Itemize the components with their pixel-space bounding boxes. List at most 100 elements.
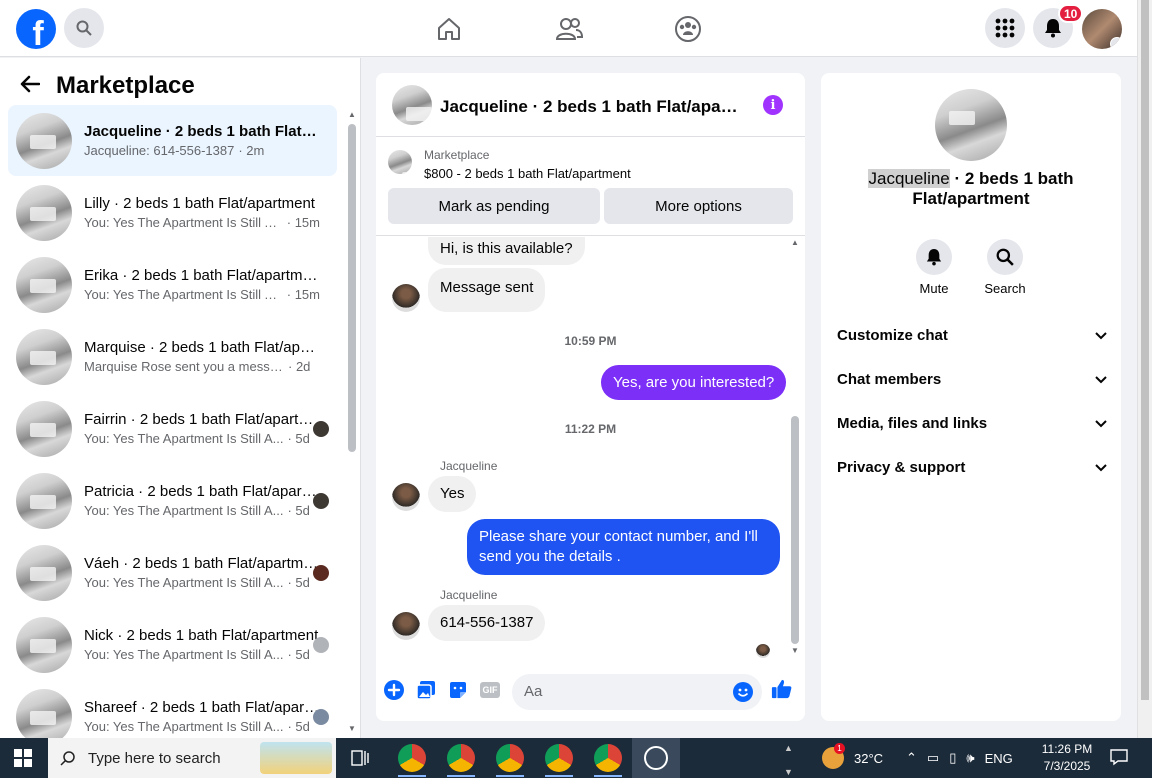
scroll-up-arrow-icon[interactable]: ▲ <box>791 238 799 247</box>
back-arrow-icon[interactable] <box>20 73 48 99</box>
bell-icon <box>1045 19 1061 38</box>
scroll-up-arrow-icon[interactable]: ▲ <box>348 110 356 119</box>
conversation-preview: You: Yes The Apartment Is Still A... <box>84 502 284 518</box>
incoming-message: Hi, is this available? <box>428 237 585 265</box>
search-button[interactable] <box>64 8 104 48</box>
conversation-item[interactable]: Patricia · 2 beds 1 bath Flat/apartment … <box>8 465 337 536</box>
language-indicator[interactable]: ENG <box>985 751 1013 766</box>
search-highlight-image <box>260 742 332 774</box>
conversation-item[interactable]: Nick · 2 beds 1 bath Flat/apartment You:… <box>8 609 337 680</box>
battery-icon[interactable]: ▯ <box>949 750 956 766</box>
conversation-item[interactable]: Jacqueline · 2 beds 1 bath Flat/apartmen… <box>8 105 337 176</box>
profile-avatar[interactable]: ⌄ <box>1082 9 1122 49</box>
conversation-name: Jacqueline · 2 beds 1 bath Flat/apartmen… <box>84 122 320 140</box>
task-view-icon[interactable] <box>350 748 370 768</box>
add-icon[interactable] <box>383 679 405 701</box>
conversation-preview: Marquise Rose sent you a message... <box>84 358 284 374</box>
listing-label: Marketplace <box>424 148 490 162</box>
page-scrollbar[interactable] <box>1137 0 1152 738</box>
thumbs-up-icon[interactable] <box>771 678 793 700</box>
conversation-list-panel: Marketplace Jacqueline · 2 beds 1 bath F… <box>0 58 361 738</box>
taskbar-search-box[interactable]: Type here to search <box>48 738 336 778</box>
chat-panel: Jacqueline · 2 beds 1 bath Flat/apartmen… <box>376 73 805 721</box>
contact-avatar[interactable] <box>935 89 1007 161</box>
friends-tab[interactable] <box>554 14 584 44</box>
bell-icon <box>926 249 942 266</box>
read-receipt-avatar <box>313 421 329 437</box>
search-icon <box>996 248 1014 266</box>
conversation-item[interactable]: Shareef · 2 beds 1 bath Flat/apartment Y… <box>8 681 337 738</box>
conversation-time: · 5d <box>287 718 310 734</box>
scroll-down-arrow-icon[interactable]: ▼ <box>791 646 799 655</box>
conversation-time: · 15m <box>286 286 320 302</box>
listing-thumbnail <box>16 472 72 529</box>
conversation-item[interactable]: Fairrin · 2 beds 1 bath Flat/apartment Y… <box>8 393 337 464</box>
conversation-name: Erika · 2 beds 1 bath Flat/apartment <box>84 266 320 284</box>
conversation-item[interactable]: Erika · 2 beds 1 bath Flat/apartment You… <box>8 249 337 320</box>
chrome-icon[interactable] <box>496 744 524 772</box>
chrome-icon[interactable] <box>447 744 475 772</box>
scroll-down-arrow-icon[interactable]: ▼ <box>348 724 356 733</box>
conversation-name: Nick · 2 beds 1 bath Flat/apartment <box>84 626 319 644</box>
timestamp: 11:22 PM <box>564 422 617 436</box>
conversation-time: · 5d <box>287 430 310 446</box>
listing-thumbnail <box>16 400 72 457</box>
mark-as-pending-button[interactable]: Mark as pending <box>388 188 600 224</box>
menu-button[interactable] <box>985 8 1025 48</box>
sticker-icon[interactable] <box>447 679 469 701</box>
listing-thumbnail <box>16 112 72 169</box>
gif-button[interactable]: GIF <box>479 679 501 701</box>
facebook-logo[interactable]: f <box>16 9 56 49</box>
mute-action[interactable]: Mute <box>904 239 964 296</box>
conversation-preview: You: Yes The Apartment Is Still A... <box>84 574 284 590</box>
listing-thumbnail <box>16 688 72 738</box>
photo-icon[interactable] <box>415 679 437 701</box>
customize-chat-section[interactable]: Customize chat <box>837 327 1107 344</box>
outgoing-message: Yes, are you interested? <box>601 365 787 400</box>
top-navigation-bar: f 10 ⌄ <box>0 0 1137 57</box>
conversation-item[interactable]: Marquise · 2 beds 1 bath Flat/apartment … <box>8 321 337 392</box>
home-tab[interactable] <box>434 14 464 44</box>
incoming-message: 614-556-1387 <box>428 605 546 641</box>
privacy-support-section[interactable]: Privacy & support <box>837 459 1107 476</box>
taskbar-scroll-arrows[interactable]: ▲ ▼ <box>784 738 798 778</box>
photos-app-button[interactable] <box>632 738 680 778</box>
listing-title[interactable]: $800 - 2 beds 1 bath Flat/apartment <box>424 166 631 181</box>
conversation-name: Patricia · 2 beds 1 bath Flat/apartment <box>84 482 320 500</box>
emoji-icon[interactable] <box>732 681 754 703</box>
chrome-icon[interactable] <box>545 744 573 772</box>
conversation-name: Fairrin · 2 beds 1 bath Flat/apartment <box>84 410 320 428</box>
volume-icon[interactable]: 🕪 <box>966 750 974 766</box>
more-options-button[interactable]: More options <box>604 188 793 224</box>
windows-start-icon[interactable] <box>14 749 32 767</box>
chrome-icon[interactable] <box>594 744 622 772</box>
conversation-list-scrollbar[interactable]: ▲ ▼ <box>348 108 357 738</box>
chevron-down-icon: ⌄ <box>1110 37 1122 49</box>
chat-scrollbar[interactable]: ▲ ▼ <box>791 238 801 658</box>
name-highlight: Jacqueline <box>868 169 950 188</box>
sender-name: Jacqueline <box>440 459 498 473</box>
media-files-links-section[interactable]: Media, files and links <box>837 415 1107 432</box>
chat-members-section[interactable]: Chat members <box>837 371 1107 388</box>
chrome-icon[interactable] <box>398 744 426 772</box>
groups-tab[interactable] <box>673 14 703 44</box>
chevron-down-icon <box>1095 327 1107 344</box>
photos-icon <box>644 746 668 770</box>
clock[interactable]: 11:26 PM 7/3/2025 <box>1036 741 1098 775</box>
network-icon[interactable]: ▭ <box>927 750 939 766</box>
read-receipt-avatar <box>313 493 329 509</box>
seen-receipt-avatar <box>756 644 770 658</box>
weather-widget[interactable]: 1 32°C <box>822 738 883 778</box>
conversation-item[interactable]: Lilly · 2 beds 1 bath Flat/apartment You… <box>8 177 337 248</box>
notification-center-icon[interactable] <box>1110 748 1130 768</box>
chevron-up-icon[interactable]: ⌃ <box>906 750 917 766</box>
search-action[interactable]: Search <box>975 239 1035 296</box>
chat-title[interactable]: Jacqueline · 2 beds 1 bath Flat/apartmen… <box>440 97 740 117</box>
conversation-item[interactable]: Váeh · 2 beds 1 bath Flat/apartment You:… <box>8 537 337 608</box>
temperature: 32°C <box>854 750 884 766</box>
info-icon[interactable]: i <box>763 95 783 115</box>
message-input[interactable]: Aa <box>512 674 762 710</box>
listing-thumbnail <box>16 328 72 385</box>
chat-avatar[interactable] <box>392 85 432 125</box>
conversation-name: Váeh · 2 beds 1 bath Flat/apartment <box>84 554 320 572</box>
